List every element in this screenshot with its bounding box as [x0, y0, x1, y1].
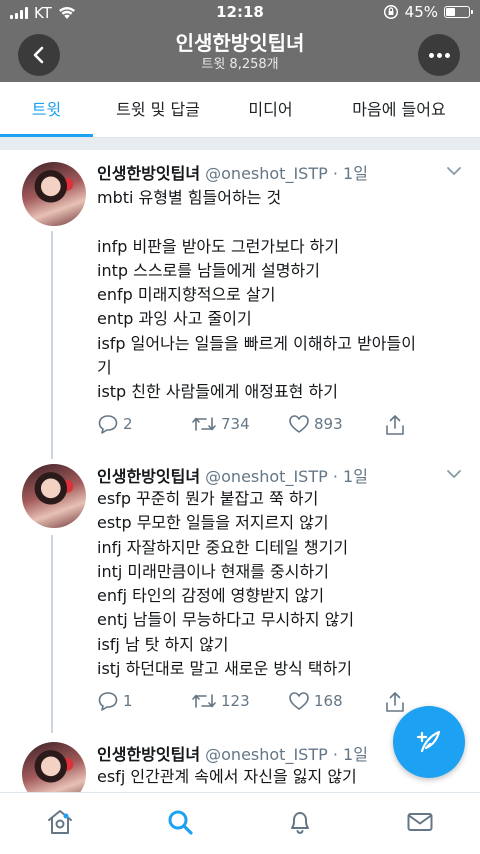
tweet-line: istp 친한 사람들에게 애정표현 하기 [97, 382, 338, 402]
nav-home-button[interactable] [45, 807, 75, 837]
tweet-handle-time: @oneshot_ISTP · 1일 [205, 164, 368, 183]
tweet-line [97, 210, 467, 234]
tweet-line: esfp 꾸준히 뭔가 붙잡고 쭉 하기 [97, 489, 319, 508]
battery-percent: 45% [404, 3, 438, 21]
nav-notifications-button[interactable] [285, 807, 315, 837]
like-count: 168 [314, 692, 343, 710]
reply-button[interactable]: 1 [97, 691, 133, 711]
chevron-down-icon[interactable] [446, 469, 462, 479]
tweet-line: isfj 남 탓 하지 않기 [97, 634, 229, 654]
tweet-author-name[interactable]: 인생한방잇팁녀 [97, 164, 200, 183]
profile-header: KT 12:18 45% 인생한방잇팁녀 트윗 8,258개 [0, 0, 480, 82]
tweet-line: intp 스스로를 남들에게 설명하기 [97, 260, 320, 280]
tweet-line: entj 남들이 무능하다고 무시하지 않기 [97, 610, 355, 630]
tweet-line: enfp 미래지향적으로 살기 [97, 285, 276, 305]
tab-tweets-and-replies[interactable]: 트윗 및 답글 [93, 82, 223, 138]
search-icon [168, 810, 193, 835]
tweet-header: 인생한방잇팁녀 @oneshot_ISTP · 1일 [97, 160, 368, 184]
retweet-button[interactable]: 734 [191, 414, 250, 434]
tweet-line: isfp 일어나는 일들을 빠르게 이해하고 받아들이 [97, 333, 416, 353]
retweet-count: 123 [221, 692, 250, 710]
messages-envelope-icon [407, 813, 433, 831]
tweet-line: istj 하던대로 말고 새로운 방식 택하기 [97, 659, 353, 679]
heart-icon [289, 415, 309, 433]
tweet-line: entp 과잉 사고 줄이기 [97, 309, 252, 329]
tweet-line: mbti 유형별 힘들어하는 것 [97, 188, 282, 207]
tweet-author-name[interactable]: 인생한방잇팁녀 [97, 745, 200, 764]
reply-icon [98, 415, 118, 434]
tweet-header: 인생한방잇팁녀 @oneshot_ISTP · 1일 [97, 463, 368, 487]
tweet-actions: 2 734 893 [97, 414, 467, 440]
active-tab-indicator [0, 134, 93, 137]
compose-feather-icon [416, 730, 441, 753]
share-button[interactable] [385, 691, 405, 713]
tweet-handle-time: @oneshot_ISTP · 1일 [205, 745, 368, 764]
avatar[interactable] [22, 464, 86, 528]
more-dots-icon [428, 52, 434, 58]
heart-icon [289, 692, 309, 710]
chevron-down-icon[interactable] [446, 166, 462, 176]
tab-media[interactable]: 미디어 [223, 82, 318, 138]
tab-likes[interactable]: 마음에 들어요 [318, 82, 480, 138]
tweet-item[interactable]: 인생한방잇팁녀 @oneshot_ISTP · 1일 esfp 꾸준히 뭔가 붙… [0, 455, 480, 735]
retweet-button[interactable]: 123 [191, 691, 250, 711]
compose-tweet-button[interactable] [393, 706, 465, 778]
tweet-line: enfj 타인의 감정에 영향받지 않기 [97, 586, 325, 606]
more-options-button[interactable] [418, 34, 460, 76]
home-icon [48, 810, 72, 834]
nav-search-button[interactable] [165, 807, 195, 837]
like-button[interactable]: 168 [288, 691, 343, 711]
profile-tabs: 트윗 트윗 및 답글 미디어 마음에 들어요 [0, 82, 480, 138]
chevron-left-icon [33, 46, 44, 64]
retweet-icon [192, 694, 216, 708]
battery-icon [444, 6, 473, 18]
orientation-lock-icon [383, 4, 398, 20]
tweet-count: 트윗 8,258개 [201, 57, 279, 72]
reply-button[interactable]: 2 [97, 414, 133, 434]
status-bar: KT 12:18 45% [0, 0, 480, 26]
more-dot [444, 52, 450, 58]
back-button[interactable] [18, 34, 60, 76]
reply-icon [98, 692, 118, 711]
tweet-text: esfp 꾸준히 뭔가 붙잡고 쭉 하기 estp 무모한 일들을 저지르지 않… [97, 487, 467, 681]
like-count: 893 [314, 415, 343, 433]
profile-title-block: 인생한방잇팁녀 트윗 8,258개 [90, 30, 390, 74]
reply-count: 1 [123, 692, 133, 710]
tweet-line: estp 무모한 일들을 저지르지 않기 [97, 513, 329, 533]
tweet-author-name[interactable]: 인생한방잇팁녀 [97, 467, 200, 486]
nav-messages-button[interactable] [405, 807, 435, 837]
reply-count: 2 [123, 415, 133, 433]
retweet-icon [192, 417, 216, 431]
more-dot [436, 52, 442, 58]
tweet-line: infp 비판을 받아도 그런가보다 하기 [97, 236, 340, 256]
like-button[interactable]: 893 [288, 414, 343, 434]
tweet-header: 인생한방잇팁녀 @oneshot_ISTP · 1일 [97, 741, 368, 765]
tweet-handle-time: @oneshot_ISTP · 1일 [205, 467, 368, 486]
profile-name: 인생한방잇팁녀 [175, 31, 305, 55]
share-icon [386, 692, 404, 712]
tab-tweets[interactable]: 트윗 [0, 82, 93, 138]
notifications-bell-icon [291, 812, 309, 834]
avatar[interactable] [22, 742, 86, 792]
share-icon [386, 415, 404, 435]
avatar[interactable] [22, 162, 86, 226]
tweet-item[interactable]: 인생한방잇팁녀 @oneshot_ISTP · 1일 mbti 유형별 힘들어하… [0, 150, 480, 455]
section-divider [0, 138, 480, 150]
tweet-line: infj 자잘하지만 중요한 디테일 챙기기 [97, 537, 349, 557]
tweet-line: 기 [97, 358, 112, 378]
share-button[interactable] [385, 414, 405, 436]
status-right: 45% [383, 3, 473, 21]
tweet-text: mbti 유형별 힘들어하는 것 infp 비판을 받아도 그런가보다 하기 i… [97, 186, 467, 405]
retweet-count: 734 [221, 415, 250, 433]
tweet-feed[interactable]: 인생한방잇팁녀 @oneshot_ISTP · 1일 mbti 유형별 힘들어하… [0, 150, 480, 792]
tweet-line: intj 미래만큼이나 현재를 중시하기 [97, 561, 329, 581]
bottom-navigation [0, 792, 480, 854]
